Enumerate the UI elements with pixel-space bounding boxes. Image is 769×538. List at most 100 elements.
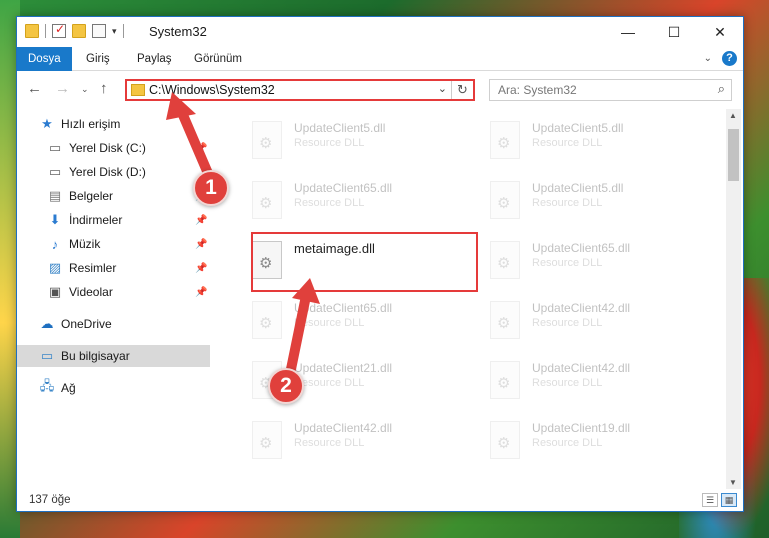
- file-name: UpdateClient42.dll: [294, 421, 393, 435]
- file-item[interactable]: UpdateClient65.dll Resource DLL: [480, 235, 700, 293]
- tab-dosya[interactable]: Dosya: [17, 47, 72, 71]
- sidebar-item-label: Müzik: [69, 237, 101, 251]
- sidebar-item-label: Yerel Disk (C:): [69, 141, 146, 155]
- file-name: UpdateClient65.dll: [294, 301, 393, 315]
- address-path[interactable]: C:\Windows\System32: [149, 83, 275, 97]
- network-icon: 🖧: [39, 378, 55, 393]
- file-type: Resource DLL: [294, 377, 365, 389]
- sidebar-item-quick-access[interactable]: ★ Hızlı erişim: [17, 113, 210, 135]
- file-type: Resource DLL: [532, 137, 603, 149]
- details-view-icon[interactable]: ☰: [702, 493, 718, 507]
- minimize-button[interactable]: —: [605, 17, 651, 47]
- dll-file-icon: [490, 361, 520, 399]
- tab-giris[interactable]: Giriş: [75, 47, 121, 71]
- recent-locations-chevron-icon[interactable]: ⌄: [81, 84, 89, 95]
- file-type: Resource DLL: [532, 257, 603, 269]
- scroll-down-arrow-icon[interactable]: ▼: [729, 478, 737, 487]
- tab-paylas[interactable]: Paylaş: [126, 47, 183, 71]
- file-item[interactable]: UpdateClient65.dll Resource DLL: [242, 175, 462, 233]
- view-toggle: ☰ ▦: [702, 493, 737, 507]
- file-item[interactable]: UpdateClient5.dll Resource DLL: [480, 115, 700, 173]
- drive-icon: ▭: [48, 164, 62, 179]
- divider: [45, 24, 46, 38]
- pin-icon[interactable]: 📌: [195, 215, 207, 226]
- properties-icon[interactable]: [92, 24, 106, 38]
- refresh-icon[interactable]: ↻: [451, 81, 473, 99]
- sidebar-item-label: Belgeler: [69, 189, 114, 203]
- folder-icon: [131, 84, 145, 96]
- computer-icon: ▭: [40, 348, 54, 363]
- search-input[interactable]: Ara: System32 ⌕: [489, 79, 732, 101]
- file-item[interactable]: UpdateClient42.dll Resource DLL: [480, 295, 700, 353]
- expand-ribbon-chevron-icon[interactable]: ⌄: [704, 53, 712, 64]
- quick-access-toolbar: ▾: [25, 22, 124, 38]
- file-name: UpdateClient5.dll: [294, 121, 386, 135]
- cloud-icon: ☁: [40, 316, 54, 331]
- sidebar-item-label: Videolar: [69, 285, 113, 299]
- window-title: System32: [149, 24, 207, 39]
- file-name: UpdateClient65.dll: [532, 241, 631, 255]
- star-icon: ★: [41, 116, 53, 131]
- address-history-chevron-icon[interactable]: ⌄: [438, 82, 447, 95]
- file-type: Resource DLL: [294, 317, 365, 329]
- sidebar-item-label: OneDrive: [61, 317, 112, 331]
- properties-check-icon[interactable]: [52, 22, 66, 38]
- sidebar-item-local-disk-d[interactable]: ▭ Yerel Disk (D:): [17, 161, 210, 183]
- file-item[interactable]: UpdateClient5.dll Resource DLL: [242, 115, 462, 173]
- pictures-icon: ▨: [48, 260, 62, 275]
- pin-icon[interactable]: 📌: [195, 287, 207, 298]
- sidebar-item-documents[interactable]: ▤ Belgeler 📌: [17, 185, 210, 207]
- forward-arrow-icon[interactable]: →: [55, 80, 70, 97]
- file-name: UpdateClient5.dll: [532, 181, 624, 195]
- sidebar-item-this-pc[interactable]: ▭ Bu bilgisayar: [17, 345, 210, 367]
- sidebar-item-local-disk-c[interactable]: ▭ Yerel Disk (C:) 📌: [17, 137, 210, 159]
- file-name: UpdateClient5.dll: [532, 121, 624, 135]
- pin-icon[interactable]: 📌: [195, 143, 207, 154]
- pin-icon[interactable]: 📌: [195, 263, 207, 274]
- sidebar-item-videos[interactable]: ▣ Videolar 📌: [17, 281, 210, 303]
- file-name: UpdateClient19.dll: [532, 421, 631, 435]
- file-item[interactable]: UpdateClient19.dll Resource DLL: [480, 415, 700, 473]
- sidebar-item-label: Ağ: [61, 381, 76, 395]
- file-name: UpdateClient42.dll: [532, 301, 631, 315]
- sidebar-item-pictures[interactable]: ▨ Resimler 📌: [17, 257, 210, 279]
- file-name: UpdateClient21.dll: [294, 361, 393, 375]
- documents-icon: ▤: [48, 188, 62, 203]
- tiles-view-icon[interactable]: ▦: [721, 493, 737, 507]
- search-icon[interactable]: ⌕: [718, 81, 725, 97]
- address-bar[interactable]: C:\Windows\System32 ⌄ ↻: [125, 79, 475, 101]
- file-name: UpdateClient42.dll: [532, 361, 631, 375]
- dll-file-icon: [252, 181, 282, 219]
- dll-file-icon: [490, 421, 520, 459]
- maximize-button[interactable]: ☐: [651, 17, 697, 47]
- help-icon[interactable]: ?: [722, 51, 737, 66]
- customize-toolbar-chevron-icon[interactable]: ▾: [112, 26, 117, 37]
- navigation-bar: ← → ⌄ ↑ C:\Windows\System32 ⌄ ↻ Ara: Sys…: [17, 72, 743, 106]
- close-button[interactable]: ✕: [697, 17, 743, 47]
- sidebar-item-network[interactable]: 🖧 Ağ: [17, 377, 210, 399]
- file-item[interactable]: UpdateClient65.dll Resource DLL: [242, 295, 462, 353]
- ribbon-tabs: Dosya Giriş Paylaş Görünüm ⌄ ?: [17, 47, 743, 71]
- download-icon: ⬇: [49, 212, 61, 227]
- back-arrow-icon[interactable]: ←: [27, 80, 42, 97]
- pin-icon[interactable]: 📌: [195, 239, 207, 250]
- file-item[interactable]: UpdateClient42.dll Resource DLL: [480, 355, 700, 413]
- tab-gorunum[interactable]: Görünüm: [183, 47, 253, 71]
- scroll-up-arrow-icon[interactable]: ▲: [729, 111, 737, 120]
- up-arrow-icon[interactable]: ↑: [100, 80, 108, 97]
- file-name: UpdateClient65.dll: [294, 181, 393, 195]
- file-type: Resource DLL: [532, 317, 603, 329]
- scroll-thumb[interactable]: [728, 129, 739, 181]
- file-item[interactable]: UpdateClient42.dll Resource DLL: [242, 415, 462, 473]
- vertical-scrollbar[interactable]: ▲ ▼: [726, 109, 741, 489]
- sidebar-item-downloads[interactable]: ⬇ İndirmeler 📌: [17, 209, 210, 231]
- music-icon: ♪: [51, 236, 59, 252]
- divider: [122, 24, 124, 38]
- sidebar-item-music[interactable]: ♪ Müzik 📌: [17, 233, 210, 255]
- dll-file-icon: [490, 181, 520, 219]
- sidebar-item-label: Hızlı erişim: [61, 117, 121, 131]
- sidebar-item-onedrive[interactable]: ☁ OneDrive: [17, 313, 210, 335]
- file-item[interactable]: UpdateClient5.dll Resource DLL: [480, 175, 700, 233]
- file-type: Resource DLL: [294, 197, 365, 209]
- new-folder-icon[interactable]: [72, 24, 86, 38]
